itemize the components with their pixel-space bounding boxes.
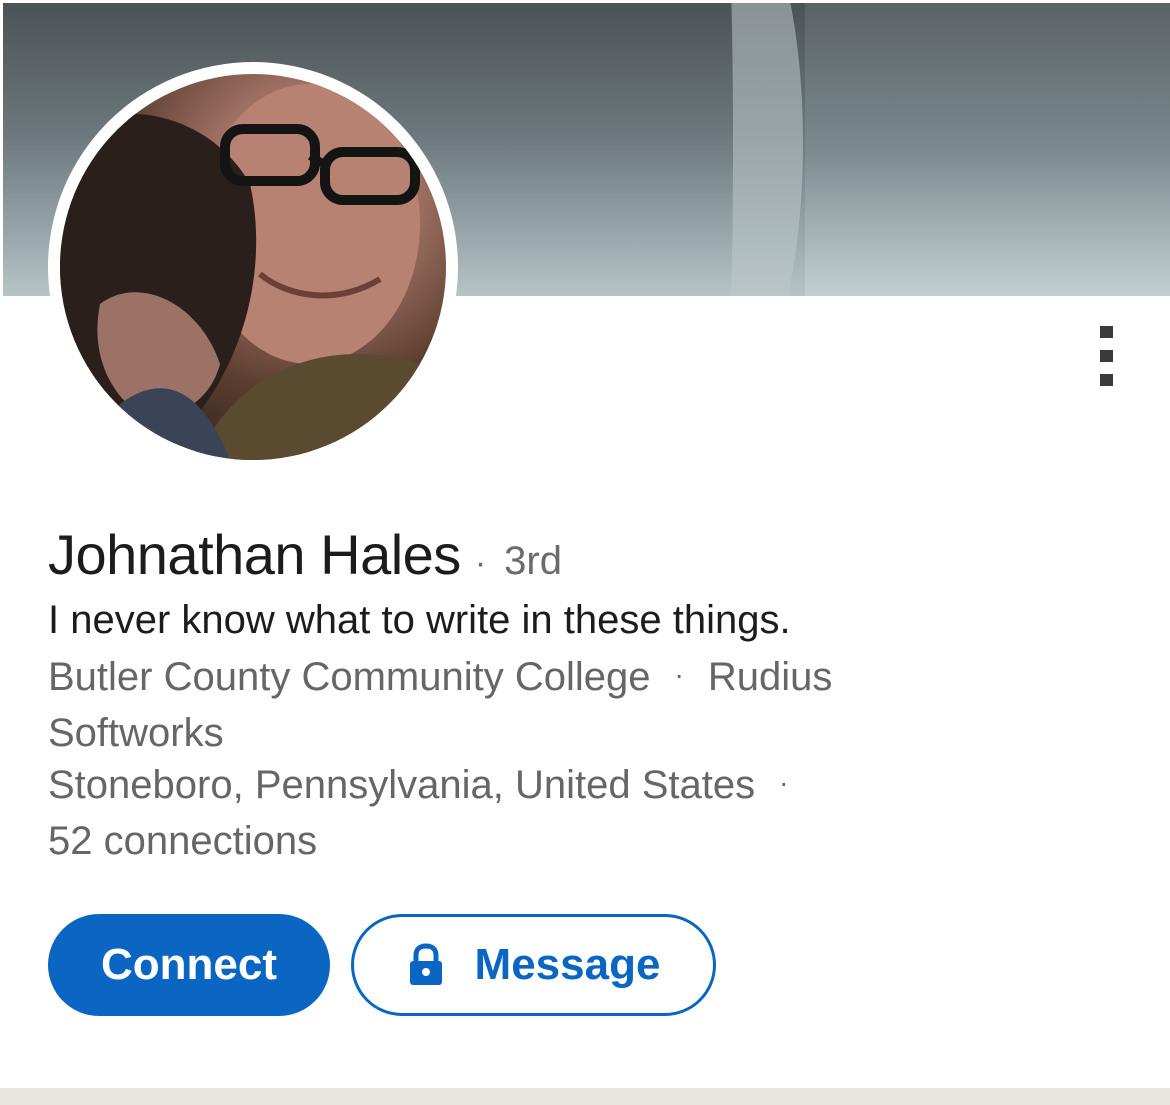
connections-link[interactable]: 52 connections: [48, 819, 317, 863]
lock-icon: [409, 943, 442, 985]
education-link[interactable]: Butler County Community College: [48, 655, 650, 699]
profile-headline: I never know what to write in these thin…: [48, 598, 791, 642]
name-line: Johnathan Hales · 3rd: [48, 522, 562, 587]
more-options-button[interactable]: [1086, 320, 1126, 392]
more-vertical-icon-dot-top: [1099, 326, 1113, 338]
connect-button[interactable]: Connect: [48, 914, 330, 1016]
profile-education-company: Butler County Community College · Rudius S…: [48, 650, 968, 760]
avatar-photo: [60, 74, 446, 460]
location-text: Stoneboro, Pennsylvania, United States: [48, 763, 756, 807]
avatar-photo-illustration: [60, 84, 446, 460]
section-divider: [0, 1088, 1170, 1105]
profile-name: Johnathan Hales: [48, 523, 461, 586]
more-vertical-icon-dot-middle: [1099, 350, 1113, 362]
profile-avatar[interactable]: [48, 62, 458, 472]
message-button[interactable]: Message: [351, 914, 716, 1016]
name-separator: ·: [474, 544, 487, 582]
meta-separator: ·: [674, 659, 684, 691]
more-vertical-icon-dot-bottom: [1099, 374, 1113, 386]
cover-right-panel: [805, 3, 1170, 296]
message-button-label: Message: [474, 940, 661, 989]
profile-location-connections: Stoneboro, Pennsylvania, United States · …: [48, 758, 968, 868]
shirt-shape: [200, 354, 446, 460]
profile-card: Johnathan Hales · 3rd I never know what …: [0, 0, 1170, 1088]
cover-arc-decoration: [643, 3, 803, 296]
connection-degree: 3rd: [504, 539, 562, 583]
connect-button-label: Connect: [101, 940, 277, 989]
meta-separator: ·: [779, 767, 789, 799]
